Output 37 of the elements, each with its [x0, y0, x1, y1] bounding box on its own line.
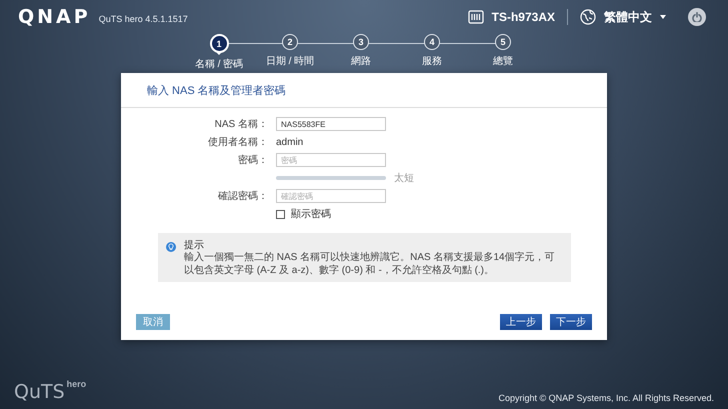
strength-reading: 太短 [394, 172, 414, 185]
field-label: 確認密碼： [218, 190, 268, 203]
next-button[interactable]: 下一步 [550, 314, 592, 330]
checkbox-label: 顯示密碼 [291, 208, 331, 221]
qnap-logo: QNAP [18, 6, 91, 28]
password-field[interactable]: 確認密碼 [276, 189, 386, 203]
step-label: 服務 [422, 55, 442, 68]
copyright-text: Copyright © QNAP Systems, Inc. All Rights Reserved. [498, 393, 714, 403]
brand-logo: QuTS [14, 381, 65, 403]
step-marker[interactable]: 5 [495, 34, 511, 50]
language-selector[interactable]: 繁體中文 [604, 8, 652, 26]
name-field[interactable]: NAS5583FE [276, 117, 386, 131]
step-label: 網路 [351, 55, 371, 68]
device-name: TS-h973AX [492, 10, 555, 24]
hint-title: 提示 [184, 239, 206, 252]
power-icon [692, 12, 702, 22]
hint-text: 輸入一個獨一無二的 NAS 名稱可以快速地辨識它。NAS 名稱支援最多14個字元，可以包含英文字母 (A-Z 及 a-z)、數字 (0-9) 和 -，不允許空格及句點 (.)。 [184, 252, 556, 277]
field-label: 密碼： [238, 154, 268, 167]
globe-icon [580, 9, 596, 25]
field-label: 使用者名稱： [208, 136, 268, 149]
password-field[interactable]: 密碼 [276, 153, 386, 167]
step-marker[interactable]: 3 [353, 34, 369, 50]
step-label: 日期 / 時間 [266, 54, 314, 68]
step-marker[interactable]: 4 [424, 34, 440, 50]
power-button[interactable] [688, 8, 706, 26]
back-button[interactable]: 上一步 [500, 314, 542, 330]
field-label: NAS 名稱： [214, 118, 268, 131]
checkbox[interactable] [276, 210, 285, 218]
brand-tag: hero [66, 379, 86, 389]
step-label: 總覽 [493, 55, 513, 68]
username-value: admin [276, 136, 304, 148]
step-marker[interactable]: 2 [282, 34, 298, 50]
step-label: 名稱 / 密碼 [194, 58, 244, 71]
version-label: QuTS hero 4.5.1.1517 [98, 14, 188, 24]
card-title: 輸入 NAS 名稱及管理者密碼 [121, 73, 607, 108]
caret-icon[interactable] [660, 15, 666, 19]
server-icon [468, 10, 484, 24]
